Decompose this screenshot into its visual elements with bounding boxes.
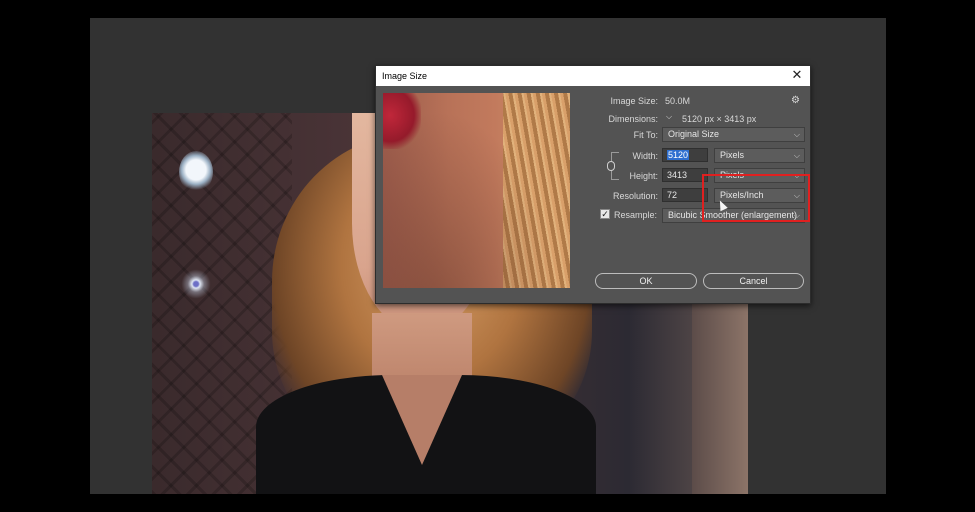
dialog-title: Image Size: [382, 71, 428, 81]
dimensions-chevron-icon[interactable]: ⌵: [666, 112, 672, 122]
highlight-box: [702, 174, 810, 222]
close-icon[interactable]: ✕: [790, 68, 804, 82]
resolution-value: 72: [667, 190, 678, 200]
cancel-button[interactable]: Cancel: [703, 273, 804, 289]
fit-to-select[interactable]: Original Size ⌵: [662, 127, 805, 142]
dialog-titlebar[interactable]: Image Size ✕: [376, 66, 810, 86]
width-label: Width:: [632, 151, 658, 161]
dimensions-label: Dimensions:: [608, 114, 658, 124]
image-preview[interactable]: [383, 93, 570, 288]
dimensions-value: 5120 px × 3413 px: [682, 114, 757, 124]
fit-to-value: Original Size: [668, 129, 720, 139]
ok-button[interactable]: OK: [595, 273, 697, 289]
height-label: Height:: [629, 171, 658, 181]
photo-neckline: [382, 375, 462, 465]
photo-star-ornament: [178, 261, 214, 307]
image-size-label: Image Size:: [610, 96, 658, 106]
chain-link-icon: [607, 161, 615, 171]
width-unit-value: Pixels: [720, 150, 745, 160]
gear-icon[interactable]: ⚙: [791, 95, 800, 106]
width-input[interactable]: 5120: [662, 148, 708, 162]
photo-background-wall: [692, 273, 748, 494]
height-value: 3413: [667, 170, 688, 180]
fit-to-label: Fit To:: [633, 130, 658, 140]
image-size-value: 50.0M: [665, 96, 691, 106]
width-unit-select[interactable]: Pixels ⌵: [714, 148, 805, 163]
chevron-down-icon: ⌵: [793, 130, 800, 139]
resample-label: Resample:: [614, 210, 658, 220]
chevron-down-icon: ⌵: [793, 151, 800, 160]
preview-shade: [383, 93, 570, 288]
width-value: 5120: [667, 150, 690, 160]
photo-lamp: [179, 151, 213, 193]
resolution-label: Resolution:: [612, 191, 658, 201]
resample-checkbox[interactable]: ✓: [600, 209, 610, 219]
